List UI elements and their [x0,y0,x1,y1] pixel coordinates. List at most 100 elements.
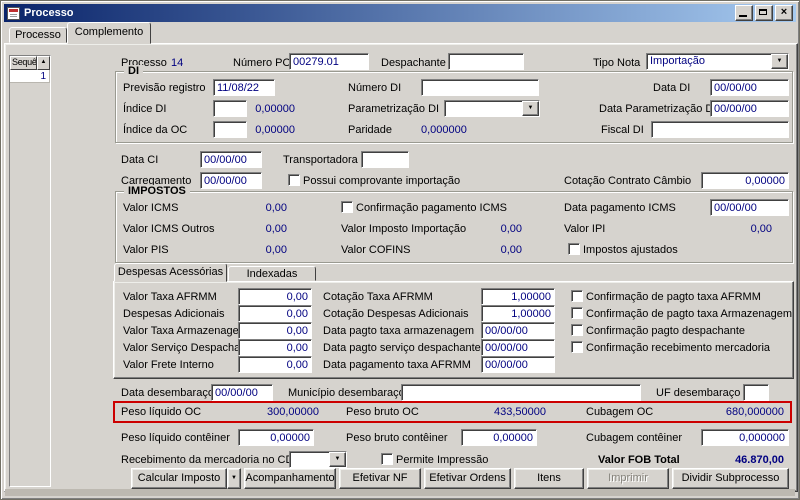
uf-desembaraco-input[interactable] [743,384,769,401]
peso-bruto-conteiner-input[interactable] [461,429,537,446]
sequencia-row-1[interactable]: 1 [10,70,50,83]
despachante-input[interactable] [448,53,524,70]
conf-pagto-taxa-armazenagem-checkbox[interactable] [571,307,583,319]
peso-liquido-conteiner-label: Peso líquido contêiner [121,432,230,444]
app-icon [7,6,20,20]
cotacao-despesas-adicionais-input[interactable] [481,305,555,322]
tab-indexadas[interactable]: Indexadas [228,266,316,281]
valor-imposto-importacao-label: Valor Imposto Importação [341,223,467,235]
dividir-subprocesso-button[interactable]: Dividir Subprocesso [672,468,789,489]
valor-ipi-value: 0,00 [750,223,772,235]
bottom-strip [5,489,795,496]
minimize-button[interactable] [735,5,753,21]
valor-servico-despachante-label: Valor Serviço Despachante [123,342,256,354]
carregamento-input[interactable] [200,172,262,189]
valor-taxa-afrmm-label: Valor Taxa AFRMM [123,291,217,303]
peso-liquido-conteiner-input[interactable] [238,429,314,446]
conf-pagto-taxa-afrmm-label: Confirmação de pagto taxa AFRMM [586,291,761,303]
uf-desembaraco-label: UF desembaraço [656,387,741,399]
window-title: Processo [24,7,74,19]
cotacao-taxa-afrmm-label: Cotação Taxa AFRMM [323,291,433,303]
peso-liquido-oc-label: Peso líquido OC [121,406,202,418]
efetivar-ordens-button[interactable]: Efetivar Ordens [424,468,511,489]
valor-icms-outros-label: Valor ICMS Outros [123,223,215,235]
valor-servico-despachante-input[interactable] [238,339,312,356]
conf-pagto-despachante-label: Confirmação pagto despachante [586,325,745,337]
conf-pagto-taxa-afrmm-checkbox[interactable] [571,290,583,302]
cotacao-contrato-cambio-input[interactable] [701,172,789,189]
data-desembaraco-label: Data desembaraço [121,387,214,399]
scroll-up-icon: ▲ [40,59,47,65]
impostos-ajustados-label: Impostos ajustados [583,244,678,256]
chevron-down-icon: ▼ [231,475,237,481]
chevron-down-icon[interactable]: ▼ [329,452,346,467]
recebimento-cd-select[interactable]: ▼ [289,451,347,468]
parametrizacao-di-label: Parametrização DI [348,103,440,115]
peso-bruto-oc-label: Peso bruto OC [346,406,419,418]
data-di-input[interactable] [710,79,789,96]
tipo-nota-select[interactable]: Importação ▼ [646,53,789,70]
data-ci-input[interactable] [200,151,262,168]
possui-comprovante-checkbox[interactable] [288,174,300,186]
valor-ipi-label: Valor IPI [564,223,606,235]
data-pagamento-icms-input[interactable] [710,199,789,216]
data-parametrizacao-di-input[interactable] [710,100,789,117]
data-pagamento-taxa-afrmm-input[interactable] [481,356,555,373]
chevron-down-icon[interactable]: ▼ [522,101,539,116]
tab-despesas-acessorias[interactable]: Despesas Acessórias [114,263,227,282]
calcular-imposto-dropdown-button[interactable]: ▼ [227,468,241,489]
data-desembaraco-input[interactable] [211,384,273,401]
conf-pagto-despachante-checkbox[interactable] [571,324,583,336]
cubagem-conteiner-input[interactable] [701,429,789,446]
possui-comprovante-label: Possui comprovante importação [303,175,461,187]
tipo-nota-value: Importação [650,55,706,67]
efetivar-nf-button[interactable]: Efetivar NF [339,468,421,489]
data-pagto-taxa-armazenagem-input[interactable] [481,322,555,339]
permite-impressao-label: Permite Impressão [396,454,489,466]
cotacao-despesas-adicionais-label: Cotação Despesas Adicionais [323,308,469,320]
valor-icms-value: 0,00 [265,202,287,214]
scroll-up-button[interactable]: ▲ [37,56,50,70]
chevron-down-icon[interactable]: ▼ [771,54,788,69]
processo-window: Processo × Processo Complemento Sequênci… [0,0,800,500]
indice-di-input[interactable] [213,100,247,117]
transportadora-label: Transportadora [283,154,358,166]
close-button[interactable]: × [775,5,793,21]
parametrizacao-di-value [445,101,522,116]
calcular-imposto-button[interactable]: Calcular Imposto [131,468,227,489]
indice-oc-input[interactable] [213,121,247,138]
previsao-registro-input[interactable] [213,79,275,96]
valor-pis-value: 0,00 [265,244,287,256]
cotacao-taxa-afrmm-input[interactable] [481,288,555,305]
fiscal-di-label: Fiscal DI [601,124,644,136]
valor-frete-interno-label: Valor Frete Interno [123,359,214,371]
numero-di-input[interactable] [421,79,539,96]
tab-processo[interactable]: Processo [9,27,67,43]
despesas-adicionais-input[interactable] [238,305,312,322]
data-pagamento-icms-label: Data pagamento ICMS [564,202,676,214]
parametrizacao-di-select[interactable]: ▼ [444,100,540,117]
conf-pagamento-icms-checkbox[interactable] [341,201,353,213]
municipio-desembaraco-label: Município desembaraço [288,387,405,399]
impostos-ajustados-checkbox[interactable] [568,243,580,255]
impostos-group-title: IMPOSTOS [124,185,190,197]
despachante-label: Despachante [381,57,446,69]
itens-button[interactable]: Itens [514,468,584,489]
processo-value: 14 [171,57,184,69]
fiscal-di-input[interactable] [651,121,789,138]
municipio-desembaraco-input[interactable] [401,384,641,401]
acompanhamento-button[interactable]: Acompanhamento [244,468,336,489]
data-pagto-servico-despachante-input[interactable] [481,339,555,356]
valor-frete-interno-input[interactable] [238,356,312,373]
numero-po-input[interactable] [289,53,369,70]
transportadora-input[interactable] [361,151,409,168]
cubagem-oc-value: 680,000000 [725,406,784,418]
maximize-button[interactable] [755,5,773,21]
permite-impressao-checkbox[interactable] [381,453,393,465]
cotacao-contrato-cambio-label: Cotação Contrato Câmbio [564,175,692,187]
tab-complemento[interactable]: Complemento [67,22,151,44]
valor-taxa-armazenagem-input[interactable] [238,322,312,339]
valor-taxa-afrmm-input[interactable] [238,288,312,305]
indice-oc-label: Índice da OC [123,124,188,136]
conf-recebimento-mercadoria-checkbox[interactable] [571,341,583,353]
